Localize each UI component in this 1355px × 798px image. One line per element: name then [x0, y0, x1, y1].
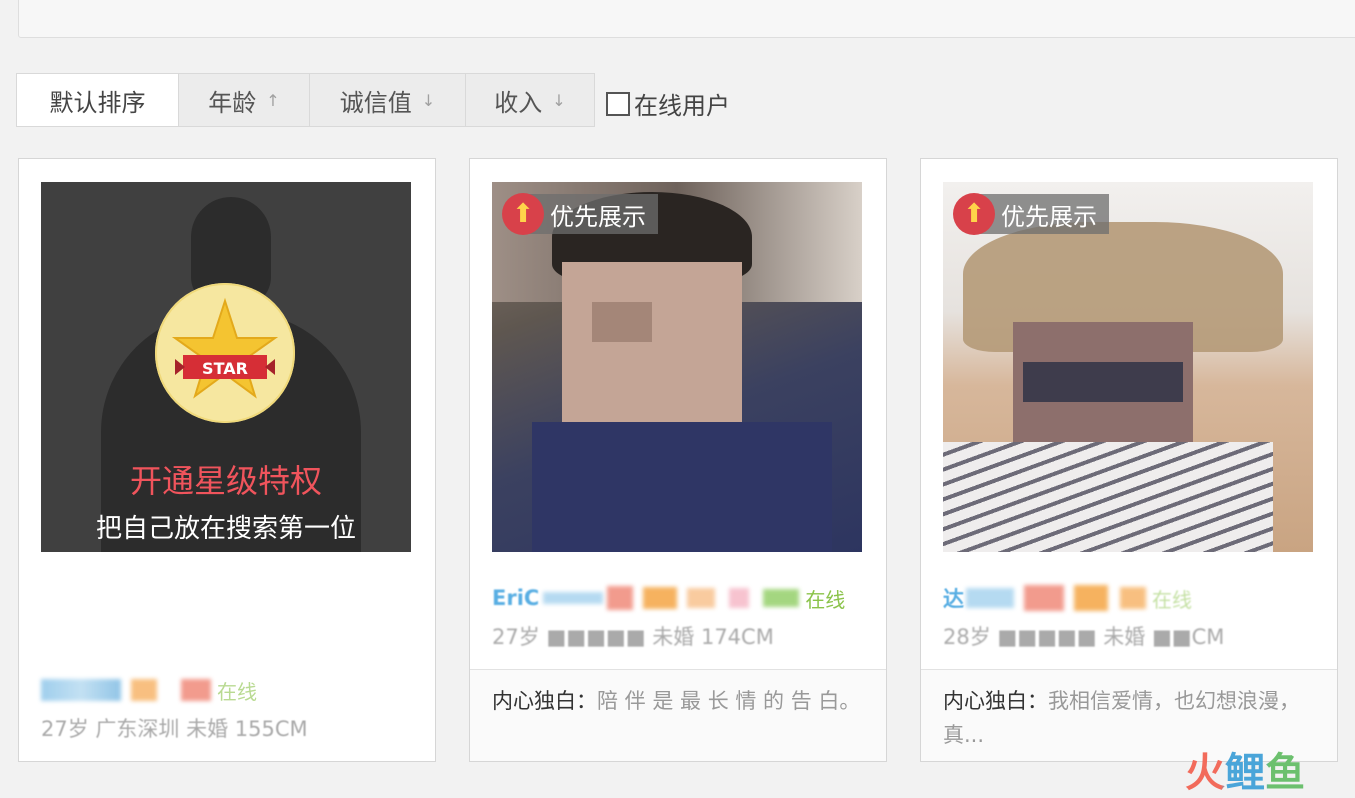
user-monologue: 内心独白：陪 伴 是 最 长 情 的 告 白。	[470, 669, 886, 761]
promo-name-row: 在线	[41, 675, 257, 705]
user-name[interactable]: EriC	[492, 586, 539, 610]
gift-icon	[607, 586, 634, 610]
gift-icon	[1024, 585, 1064, 611]
verified-icon	[763, 589, 800, 607]
watermark-logo: 火鲤鱼	[1185, 740, 1305, 798]
heart-icon	[729, 588, 750, 608]
arrow-down-icon: ↓	[421, 90, 436, 110]
vip-icon	[131, 679, 157, 701]
star-text: STAR	[202, 359, 248, 378]
blurred-name	[966, 588, 1014, 608]
monologue-text: 陪 伴 是 最 长 情 的 告 白。	[597, 689, 861, 713]
sort-credit-label: 诚信值	[339, 88, 412, 117]
user-name-row: 达 在线	[943, 583, 1192, 613]
sort-income-button[interactable]: 收入 ↓	[465, 73, 595, 127]
promo-subtitle: 把自己放在搜索第一位	[95, 514, 356, 544]
promo-banner[interactable]: STAR 开通星级特权 把自己放在搜索第一位	[41, 182, 411, 552]
gift-icon	[181, 679, 211, 701]
arrow-down-icon: ↓	[552, 90, 566, 110]
crown-icon	[1074, 585, 1108, 611]
shirt-block	[943, 442, 1273, 552]
monologue-label: 内心独白：	[943, 689, 1048, 713]
user-card: ⬆ 优先展示 EriC 在线 27岁 ■■■■■ 未婚 174CM 内心独白：陪…	[469, 158, 887, 762]
search-bar-area	[18, 0, 1355, 38]
priority-badge-label: 优先展示	[1001, 202, 1097, 231]
user-details: 27岁 ■■■■■ 未婚 174CM	[492, 625, 774, 649]
blurred-name	[543, 592, 604, 604]
user-details: 28岁 ■■■■■ 未婚 ■■CM	[943, 625, 1225, 649]
online-users-label: 在线用户	[634, 92, 730, 120]
online-status: 在线	[217, 679, 257, 704]
user-name-row: EriC 在线	[492, 583, 845, 613]
promo-card: STAR 开通星级特权 把自己放在搜索第一位 在线 27岁 广东深圳 未婚 15…	[18, 158, 436, 762]
priority-badge: ⬆ 优先展示	[953, 193, 1109, 235]
online-users-checkbox[interactable]	[606, 91, 630, 116]
promo-title: 开通星级特权	[129, 462, 322, 500]
sort-income-label: 收入	[494, 88, 543, 117]
sort-default-label: 默认排序	[49, 88, 146, 117]
blurred-name	[41, 679, 121, 701]
promo-details: 27岁 广东深圳 未婚 155CM	[41, 717, 308, 741]
user-photo[interactable]: ⬆ 优先展示	[492, 182, 862, 552]
user-name[interactable]: 达	[943, 583, 964, 613]
online-status: 在线	[1152, 587, 1192, 612]
sort-default-button[interactable]: 默认排序	[16, 73, 179, 127]
sort-age-label: 年龄	[208, 88, 257, 117]
mosaic-face	[562, 262, 742, 432]
level-icon	[1120, 587, 1146, 609]
priority-badge: ⬆ 优先展示	[502, 193, 658, 235]
monologue-label: 内心独白：	[492, 689, 597, 713]
online-users-filter[interactable]: 在线用户	[606, 86, 730, 121]
crown-icon	[643, 587, 678, 609]
sort-age-button[interactable]: 年龄 ↑	[178, 73, 310, 127]
sort-bar: 默认排序 年龄 ↑ 诚信值 ↓ 收入 ↓	[16, 73, 595, 127]
watermark-text: 火鲤鱼	[1185, 750, 1305, 796]
mosaic-block	[592, 302, 652, 342]
sort-credit-button[interactable]: 诚信值 ↓	[309, 73, 466, 127]
sunglasses-block	[1023, 362, 1183, 402]
shirt-block	[532, 422, 832, 552]
arrow-up-icon: ↑	[266, 90, 280, 110]
arrow-up-icon: ⬆	[502, 193, 544, 235]
star-badge-icon: STAR	[155, 283, 295, 423]
user-card: ⬆ 优先展示 达 在线 28岁 ■■■■■ 未婚 ■■CM 内心独白：我相信爱情…	[920, 158, 1338, 762]
priority-badge-label: 优先展示	[550, 202, 646, 231]
arrow-up-icon: ⬆	[953, 193, 995, 235]
level-icon	[687, 588, 716, 608]
online-status: 在线	[805, 587, 846, 612]
user-photo[interactable]: ⬆ 优先展示	[943, 182, 1313, 552]
